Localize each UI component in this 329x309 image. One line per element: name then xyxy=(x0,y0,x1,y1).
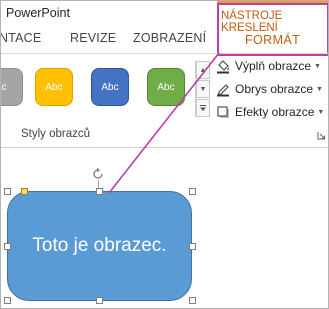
powerpoint-window: PowerPoint NTACE REVIZE ZOBRAZENÍ NÁSTRO… xyxy=(0,0,329,309)
callout-line xyxy=(108,52,220,194)
